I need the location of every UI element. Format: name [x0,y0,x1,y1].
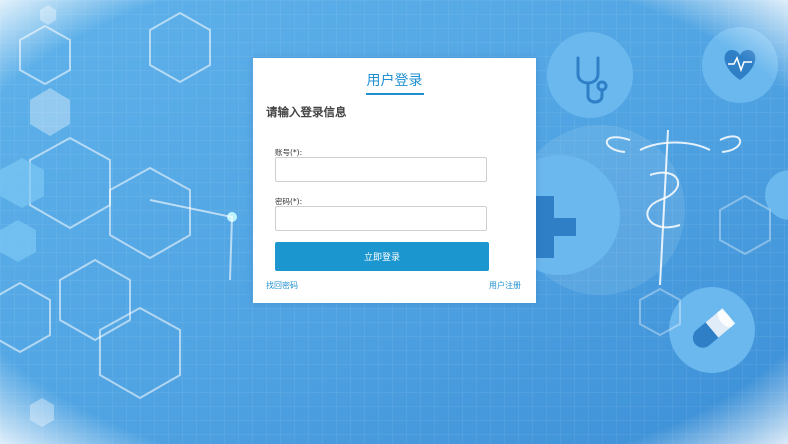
account-input[interactable] [275,157,487,182]
password-input[interactable] [275,206,487,231]
login-title-text: 用户登录 [365,70,424,95]
login-title: 用户登录 [253,70,536,95]
login-button[interactable]: 立即登录 [275,242,489,271]
login-card: 用户登录 请输入登录信息 账号(*): 密码(*): 立即登录 找回密码 用户注… [253,58,536,303]
forgot-password-link[interactable]: 找回密码 [266,280,298,291]
login-subtitle: 请输入登录信息 [266,105,347,119]
login-page: 用户登录 请输入登录信息 账号(*): 密码(*): 立即登录 找回密码 用户注… [0,0,788,444]
register-link[interactable]: 用户注册 [489,280,521,291]
